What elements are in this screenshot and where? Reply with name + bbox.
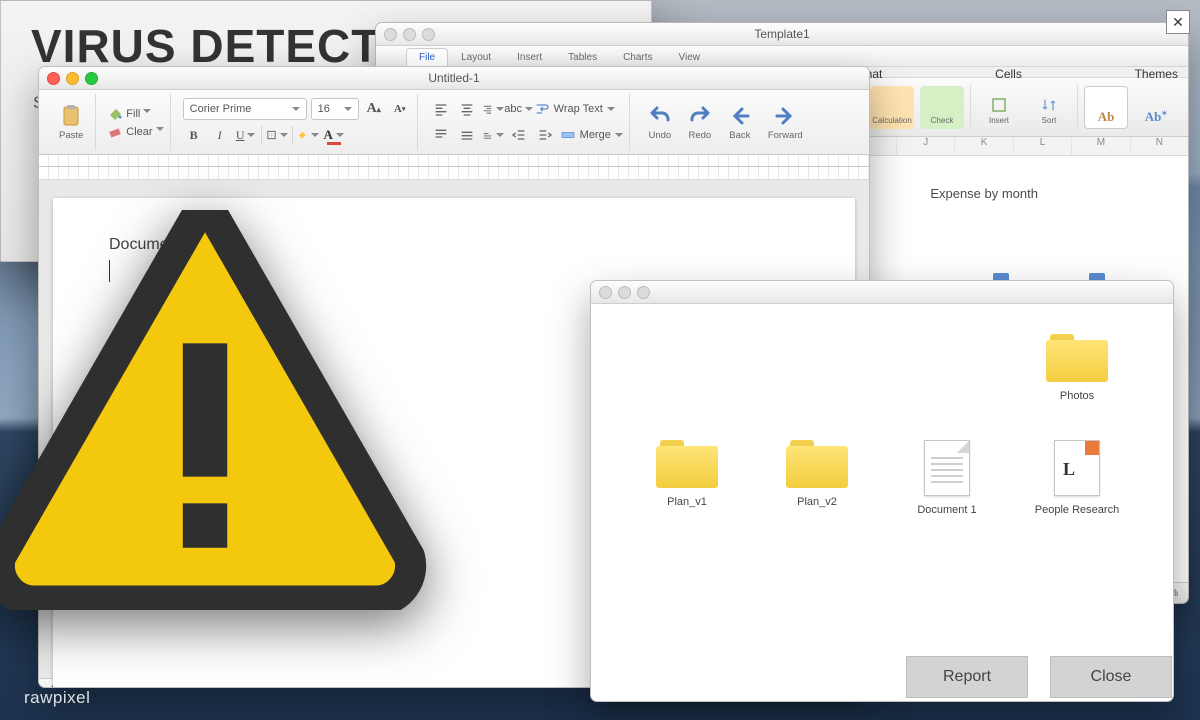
paste-button[interactable]: Paste	[53, 98, 89, 146]
font-size-select[interactable]: 16	[311, 98, 359, 120]
align-center-button[interactable]	[456, 98, 478, 120]
document-heading: Document 1	[109, 236, 799, 254]
window-zoom-icon[interactable]	[637, 286, 650, 299]
file-label: People Research	[1035, 504, 1119, 516]
align-bottom-button[interactable]	[482, 124, 504, 146]
bold-button[interactable]: B	[183, 124, 205, 146]
ab-theme-button[interactable]: Ab	[1084, 86, 1128, 129]
font-theme-button[interactable]: Ab✶	[1134, 86, 1178, 129]
indent-left-button[interactable]	[508, 124, 530, 146]
underline-button[interactable]: U	[235, 124, 257, 146]
sort-button[interactable]: Sort	[1027, 86, 1071, 129]
align-right-button[interactable]	[482, 98, 504, 120]
align-middle-button[interactable]	[456, 124, 478, 146]
tab-layout[interactable]: Layout	[448, 48, 504, 66]
file-browser-window: Photos Plan_v1 Plan_v2 Document 1 L People Re…	[590, 280, 1174, 702]
folder-icon	[656, 440, 718, 488]
back-button[interactable]: Back	[722, 98, 758, 146]
col-header[interactable]: M	[1071, 137, 1129, 155]
window-minimize-icon[interactable]	[618, 286, 631, 299]
file-label: Photos	[1060, 390, 1094, 402]
ruler[interactable]	[39, 155, 869, 180]
grow-font-button[interactable]: A▴	[363, 98, 385, 120]
spreadsheet-titlebar[interactable]: Template1	[376, 23, 1188, 46]
file-label: Plan_v2	[797, 496, 837, 508]
font-name-select[interactable]: Corier Prime	[183, 98, 307, 120]
window-close-icon[interactable]	[599, 286, 612, 299]
clear-button[interactable]: Clear	[126, 124, 163, 138]
col-header[interactable]: N	[1130, 137, 1188, 155]
document-item[interactable]: Document 1	[892, 440, 1002, 516]
wordproc-titlebar[interactable]: Untitled-1	[39, 67, 869, 90]
forward-button[interactable]: Forward	[762, 98, 809, 146]
folder-item[interactable]: Plan_v1	[632, 440, 742, 508]
window-zoom-icon[interactable]	[422, 28, 435, 41]
ribbon: Paste Fill Clear Corier Prime 16 A▴ A▾ B	[39, 90, 869, 155]
wordproc-title: Untitled-1	[39, 71, 869, 85]
check-button[interactable]: Check	[920, 86, 964, 129]
border-button[interactable]	[266, 124, 288, 146]
folder-icon	[1046, 334, 1108, 382]
caption-cells: Cells	[995, 67, 1022, 77]
eraser-icon	[108, 124, 122, 138]
folder-icon	[786, 440, 848, 488]
italic-button[interactable]: I	[209, 124, 231, 146]
document-icon	[924, 440, 970, 496]
insert-cell-button[interactable]: Insert	[977, 86, 1021, 129]
wrap-text-button[interactable]: Wrap Text	[534, 98, 615, 120]
abc-button[interactable]: abc	[508, 98, 530, 120]
window-close-icon[interactable]	[384, 28, 397, 41]
window-minimize-icon[interactable]	[403, 28, 416, 41]
chart-title: Expense by month	[930, 186, 1038, 201]
tab-tables[interactable]: Tables	[555, 48, 610, 66]
col-header[interactable]: J	[896, 137, 954, 155]
file-label: Plan_v1	[667, 496, 707, 508]
align-top-button[interactable]	[430, 124, 452, 146]
caption-themes: Themes	[1135, 67, 1178, 77]
file-browser-titlebar[interactable]	[591, 281, 1173, 304]
document-icon: L	[1054, 440, 1100, 496]
tab-view[interactable]: View	[666, 48, 714, 66]
col-header[interactable]: K	[954, 137, 1012, 155]
window-close-icon[interactable]	[47, 72, 60, 85]
tab-insert[interactable]: Insert	[504, 48, 555, 66]
file-grid: Photos Plan_v1 Plan_v2 Document 1 L People Re…	[591, 304, 1173, 546]
fill-button[interactable]: Fill	[126, 106, 151, 120]
close-button[interactable]: Close	[1050, 656, 1172, 698]
folder-item[interactable]: Plan_v2	[762, 440, 872, 508]
spreadsheet-menubar: File Layout Insert Tables Charts View	[376, 46, 1188, 67]
paint-bucket-icon	[108, 106, 122, 120]
document-item[interactable]: L People Research	[1022, 440, 1132, 516]
spreadsheet-title: Template1	[376, 27, 1188, 41]
window-minimize-icon[interactable]	[66, 72, 79, 85]
redo-button[interactable]: Redo	[682, 98, 718, 146]
calculation-button[interactable]: Calculation	[870, 86, 914, 129]
close-icon[interactable]: ✕	[1166, 10, 1190, 34]
file-label: Document 1	[917, 504, 976, 516]
watermark: rawpixel	[24, 688, 90, 708]
undo-button[interactable]: Undo	[642, 98, 678, 146]
align-left-button[interactable]	[430, 98, 452, 120]
indent-right-button[interactable]	[534, 124, 556, 146]
text-cursor	[109, 260, 110, 282]
folder-item[interactable]: Photos	[1022, 334, 1132, 402]
report-button[interactable]: Report	[906, 656, 1028, 698]
tab-charts[interactable]: Charts	[610, 48, 665, 66]
tab-file[interactable]: File	[406, 48, 448, 66]
font-color-button[interactable]: A	[323, 124, 345, 146]
shrink-font-button[interactable]: A▾	[389, 98, 411, 120]
col-header[interactable]: L	[1013, 137, 1071, 155]
fill-color-button[interactable]	[297, 124, 319, 146]
merge-button[interactable]: Merge	[560, 124, 623, 146]
window-zoom-icon[interactable]	[85, 72, 98, 85]
